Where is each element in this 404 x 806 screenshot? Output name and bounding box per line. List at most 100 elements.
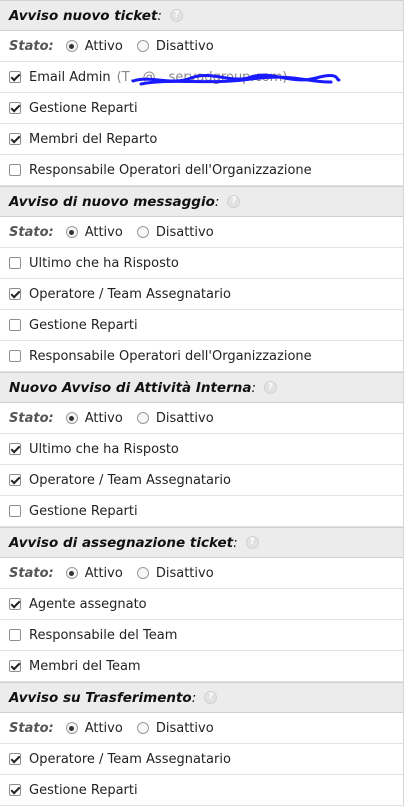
option-row: Ultimo che ha Risposto bbox=[0, 248, 403, 279]
alert-settings-panel: Avviso nuovo ticket: ? Stato: Attivo Dis… bbox=[0, 0, 404, 806]
option-checkbox[interactable] bbox=[9, 505, 21, 517]
option-label[interactable]: Gestione Reparti bbox=[29, 504, 138, 519]
option-row: Gestione Reparti bbox=[0, 93, 403, 124]
help-icon[interactable]: ? bbox=[169, 9, 183, 22]
status-active-radio[interactable] bbox=[65, 412, 78, 424]
option-checkbox[interactable] bbox=[9, 660, 21, 672]
option-label[interactable]: Agente assegnato bbox=[29, 597, 147, 612]
option-label[interactable]: Operatore / Team Assegnatario bbox=[29, 473, 231, 488]
option-row: Responsabile Operatori dell'Organizzazio… bbox=[0, 155, 403, 186]
option-row: Gestione Reparti bbox=[0, 310, 403, 341]
section-title-colon: : bbox=[191, 689, 197, 706]
section-title-colon: : bbox=[157, 7, 162, 24]
section-title: Avviso di assegnazione ticket bbox=[9, 534, 234, 551]
option-checkbox[interactable] bbox=[9, 443, 21, 455]
status-active-label[interactable]: Attivo bbox=[85, 225, 123, 240]
status-inactive-radio[interactable] bbox=[136, 722, 149, 734]
section-title: Nuovo Avviso di Attività Interna bbox=[9, 379, 252, 396]
option-label[interactable]: Gestione Reparti bbox=[29, 101, 138, 116]
option-row: Agente assegnato bbox=[0, 589, 403, 620]
status-row: Stato: Attivo Disattivo bbox=[0, 713, 403, 744]
option-row: Gestione Reparti bbox=[0, 775, 403, 806]
section-header: Nuovo Avviso di Attività Interna: ? bbox=[0, 372, 403, 403]
option-label[interactable]: Email Admin bbox=[29, 70, 111, 85]
option-checkbox[interactable] bbox=[9, 288, 21, 300]
status-label: Stato: bbox=[9, 224, 54, 240]
section-header: Avviso nuovo ticket: ? bbox=[0, 0, 403, 31]
section-title: Avviso su Trasferimento bbox=[9, 689, 192, 706]
admin-email-text: (T…@…servadgroup.com) bbox=[117, 70, 341, 85]
option-label[interactable]: Membri del Team bbox=[29, 659, 141, 674]
status-active-radio[interactable] bbox=[65, 722, 78, 734]
option-checkbox[interactable] bbox=[9, 257, 21, 269]
section-title: Avviso nuovo ticket bbox=[9, 7, 158, 24]
status-inactive-radio[interactable] bbox=[136, 226, 149, 238]
section-title-colon: : bbox=[214, 193, 220, 210]
redaction-scribble bbox=[131, 73, 341, 85]
option-checkbox[interactable] bbox=[9, 753, 21, 765]
status-row: Stato: Attivo Disattivo bbox=[0, 217, 403, 248]
option-label[interactable]: Ultimo che ha Risposto bbox=[29, 442, 179, 457]
option-row: Operatore / Team Assegnatario bbox=[0, 279, 403, 310]
option-row: Operatore / Team Assegnatario bbox=[0, 465, 403, 496]
status-active-radio[interactable] bbox=[65, 567, 78, 579]
option-row: Responsabile del Team bbox=[0, 620, 403, 651]
status-label: Stato: bbox=[9, 565, 54, 581]
section-title-colon: : bbox=[251, 379, 257, 396]
option-checkbox[interactable] bbox=[9, 319, 21, 331]
status-label: Stato: bbox=[9, 38, 54, 54]
option-checkbox[interactable] bbox=[9, 598, 21, 610]
status-row: Stato: Attivo Disattivo bbox=[0, 403, 403, 434]
status-inactive-label[interactable]: Disattivo bbox=[156, 566, 214, 581]
option-checkbox[interactable] bbox=[9, 474, 21, 486]
option-checkbox[interactable] bbox=[9, 350, 21, 362]
status-inactive-label[interactable]: Disattivo bbox=[156, 225, 214, 240]
status-active-label[interactable]: Attivo bbox=[85, 411, 123, 426]
option-checkbox[interactable] bbox=[9, 629, 21, 641]
status-active-radio[interactable] bbox=[65, 226, 78, 238]
option-label[interactable]: Membri del Reparto bbox=[29, 132, 157, 147]
status-inactive-label[interactable]: Disattivo bbox=[156, 721, 214, 736]
status-inactive-radio[interactable] bbox=[136, 567, 149, 579]
help-icon[interactable]: ? bbox=[204, 691, 218, 704]
status-active-radio[interactable] bbox=[65, 40, 78, 52]
option-label[interactable]: Ultimo che ha Risposto bbox=[29, 256, 179, 271]
section-header: Avviso di assegnazione ticket: ? bbox=[0, 527, 403, 558]
option-row: Gestione Reparti bbox=[0, 496, 403, 527]
option-checkbox[interactable] bbox=[9, 133, 21, 145]
option-checkbox[interactable] bbox=[9, 102, 21, 114]
status-inactive-radio[interactable] bbox=[136, 40, 149, 52]
help-icon[interactable]: ? bbox=[227, 195, 241, 208]
status-active-label[interactable]: Attivo bbox=[85, 39, 123, 54]
section-header: Avviso di nuovo messaggio: ? bbox=[0, 186, 403, 217]
option-label[interactable]: Responsabile Operatori dell'Organizzazio… bbox=[29, 163, 312, 178]
option-label[interactable]: Operatore / Team Assegnatario bbox=[29, 752, 231, 767]
status-active-label[interactable]: Attivo bbox=[85, 721, 123, 736]
status-active-label[interactable]: Attivo bbox=[85, 566, 123, 581]
option-label[interactable]: Responsabile Operatori dell'Organizzazio… bbox=[29, 349, 312, 364]
option-row: Operatore / Team Assegnatario bbox=[0, 744, 403, 775]
option-label[interactable]: Gestione Reparti bbox=[29, 318, 138, 333]
option-row: Email Admin (T…@…servadgroup.com) bbox=[0, 62, 403, 93]
option-row: Responsabile Operatori dell'Organizzazio… bbox=[0, 341, 403, 372]
section-title: Avviso di nuovo messaggio bbox=[9, 193, 215, 210]
option-label[interactable]: Responsabile del Team bbox=[29, 628, 177, 643]
option-checkbox[interactable] bbox=[9, 71, 21, 83]
option-checkbox[interactable] bbox=[9, 784, 21, 796]
status-inactive-label[interactable]: Disattivo bbox=[156, 39, 214, 54]
status-row: Stato: Attivo Disattivo bbox=[0, 31, 403, 62]
option-row: Membri del Team bbox=[0, 651, 403, 682]
help-icon[interactable]: ? bbox=[264, 381, 278, 394]
section-header: Avviso su Trasferimento: ? bbox=[0, 682, 403, 713]
status-label: Stato: bbox=[9, 720, 54, 736]
option-checkbox[interactable] bbox=[9, 164, 21, 176]
help-icon[interactable]: ? bbox=[245, 536, 259, 549]
option-label[interactable]: Gestione Reparti bbox=[29, 783, 138, 798]
option-row: Membri del Reparto bbox=[0, 124, 403, 155]
option-row: Ultimo che ha Risposto bbox=[0, 434, 403, 465]
status-inactive-radio[interactable] bbox=[136, 412, 149, 424]
status-inactive-label[interactable]: Disattivo bbox=[156, 411, 214, 426]
section-title-colon: : bbox=[233, 534, 238, 551]
status-row: Stato: Attivo Disattivo bbox=[0, 558, 403, 589]
option-label[interactable]: Operatore / Team Assegnatario bbox=[29, 287, 231, 302]
